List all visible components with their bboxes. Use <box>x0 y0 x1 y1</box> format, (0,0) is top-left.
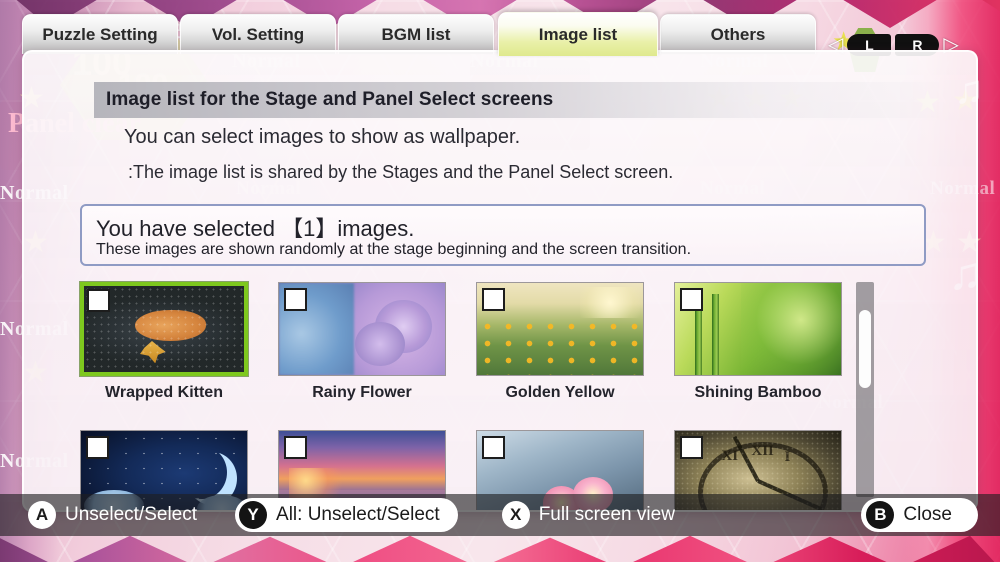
scrollbar-thumb[interactable] <box>859 310 871 388</box>
selection-count-text: You have selected 【1】images. <box>96 216 415 241</box>
button-a-icon: A <box>28 501 56 529</box>
image-thumbnail-golden-yellow[interactable] <box>476 282 644 376</box>
tab-others[interactable]: Others <box>660 14 816 54</box>
action-bar: A Unselect/Select Y All: Unselect/Select… <box>0 494 1000 536</box>
image-cell[interactable]: Golden Yellow <box>476 282 644 402</box>
image-checkbox[interactable] <box>482 288 505 311</box>
action-label: Unselect/Select <box>65 504 198 525</box>
image-checkbox[interactable] <box>87 289 110 312</box>
action-full-screen-view[interactable]: X Full screen view <box>501 501 675 529</box>
tab-label: Puzzle Setting <box>42 24 158 44</box>
action-label: All: Unselect/Select <box>276 504 440 525</box>
tab-label: Vol. Setting <box>211 24 305 44</box>
image-checkbox[interactable] <box>284 288 307 311</box>
image-cell[interactable]: Rainy Flower <box>278 282 446 402</box>
description-line-1: You can select images to show as wallpap… <box>124 126 521 148</box>
page-title: Image list for the Stage and Panel Selec… <box>94 82 939 118</box>
image-checkbox[interactable] <box>482 436 505 459</box>
button-x-icon: X <box>501 501 530 529</box>
image-cell[interactable]: Wrapped Kitten <box>80 282 248 402</box>
image-checkbox[interactable] <box>680 288 703 311</box>
image-thumbnail-rainy-flower[interactable] <box>278 282 446 376</box>
tab-image-list[interactable]: Image list <box>498 12 658 56</box>
image-caption: Shining Bamboo <box>694 384 822 401</box>
image-checkbox[interactable] <box>680 436 703 459</box>
image-thumbnail-shining-bamboo[interactable] <box>674 282 842 376</box>
selection-summary-box: You have selected 【1】images. These image… <box>80 204 926 266</box>
button-y-icon: Y <box>239 501 268 529</box>
tab-bar: Puzzle Setting Vol. Setting BGM list Ima… <box>0 12 1000 72</box>
tab-label: Image list <box>538 24 618 44</box>
image-caption: Wrapped Kitten <box>105 384 223 401</box>
description-line-2: :The image list is shared by the Stages … <box>128 162 674 182</box>
image-checkbox[interactable] <box>284 436 307 459</box>
tab-label: BGM list <box>381 24 451 44</box>
image-thumbnail-wrapped-kitten[interactable] <box>80 282 248 376</box>
image-cell[interactable]: Shining Bamboo <box>674 282 842 402</box>
tab-vol-setting[interactable]: Vol. Setting <box>180 14 336 54</box>
image-caption: Rainy Flower <box>312 384 412 401</box>
tab-label: Others <box>710 24 766 44</box>
action-all-unselect-select[interactable]: Y All: Unselect/Select <box>235 498 458 532</box>
tab-bgm-list[interactable]: BGM list <box>338 14 494 54</box>
action-label: Full screen view <box>538 504 675 525</box>
image-caption: Golden Yellow <box>505 384 615 401</box>
tab-puzzle-setting[interactable]: Puzzle Setting <box>22 14 178 54</box>
image-checkbox[interactable] <box>86 436 109 459</box>
image-list-scrollbar[interactable] <box>856 282 874 497</box>
image-grid: Wrapped Kitten Rainy Flower Golden Yello… <box>80 282 900 510</box>
selection-hint-text: These images are shown randomly at the s… <box>96 241 692 258</box>
image-list-dialog: Image list for the Stage and Panel Selec… <box>22 50 978 512</box>
action-close[interactable]: B Close <box>861 498 978 532</box>
action-unselect-select[interactable]: A Unselect/Select <box>28 501 197 529</box>
button-b-icon: B <box>866 501 895 529</box>
action-label: Close <box>903 504 952 525</box>
